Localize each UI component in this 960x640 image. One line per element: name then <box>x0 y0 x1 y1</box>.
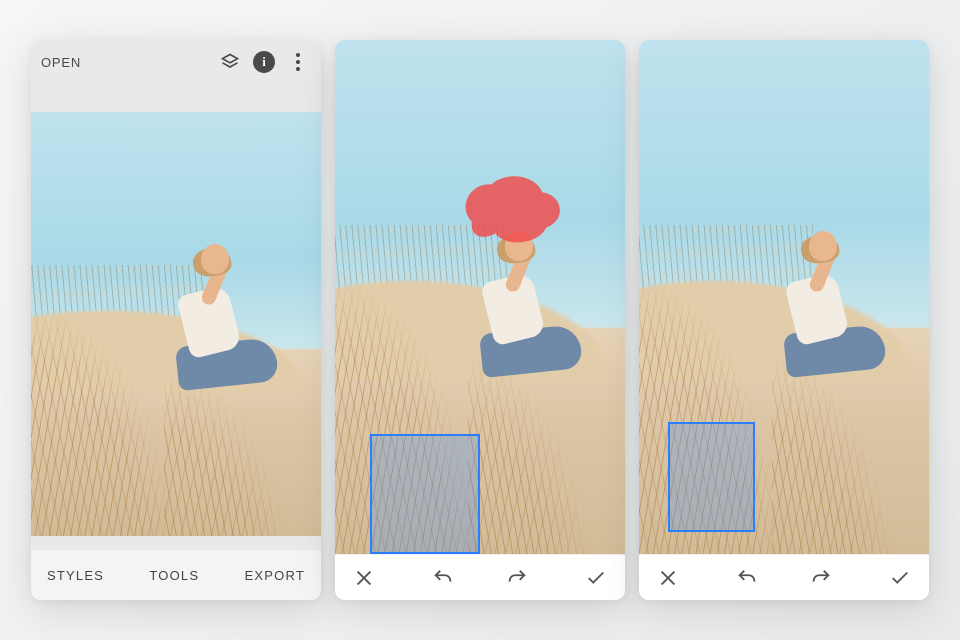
apply-button[interactable] <box>881 561 919 595</box>
zoom-preview-box[interactable] <box>370 434 480 554</box>
photo-canvas[interactable] <box>31 84 321 550</box>
topbar: OPEN i <box>31 40 321 84</box>
info-icon[interactable]: i <box>251 49 277 75</box>
edit-toolbar <box>639 554 929 600</box>
open-button[interactable]: OPEN <box>41 55 81 70</box>
edit-toolbar <box>335 554 625 600</box>
photo-canvas[interactable] <box>335 40 625 554</box>
more-vert-icon[interactable] <box>285 49 311 75</box>
close-button[interactable] <box>345 561 383 595</box>
nav-styles[interactable]: STYLES <box>47 568 104 583</box>
nav-tools[interactable]: TOOLS <box>149 568 199 583</box>
apply-button[interactable] <box>577 561 615 595</box>
screen-main: OPEN i STYLES TOOLS EXPORT <box>31 40 321 600</box>
healing-brush-stroke <box>451 163 571 251</box>
zoom-preview-box[interactable] <box>668 422 755 532</box>
photo-canvas[interactable] <box>639 40 929 554</box>
nav-export[interactable]: EXPORT <box>245 568 305 583</box>
undo-button[interactable] <box>728 561 766 595</box>
redo-button[interactable] <box>498 561 536 595</box>
redo-button[interactable] <box>802 561 840 595</box>
layers-icon[interactable] <box>217 49 243 75</box>
bottom-nav: STYLES TOOLS EXPORT <box>31 550 321 600</box>
close-button[interactable] <box>649 561 687 595</box>
edited-image <box>31 112 321 536</box>
screen-result <box>639 40 929 600</box>
screen-healing <box>335 40 625 600</box>
undo-button[interactable] <box>424 561 462 595</box>
